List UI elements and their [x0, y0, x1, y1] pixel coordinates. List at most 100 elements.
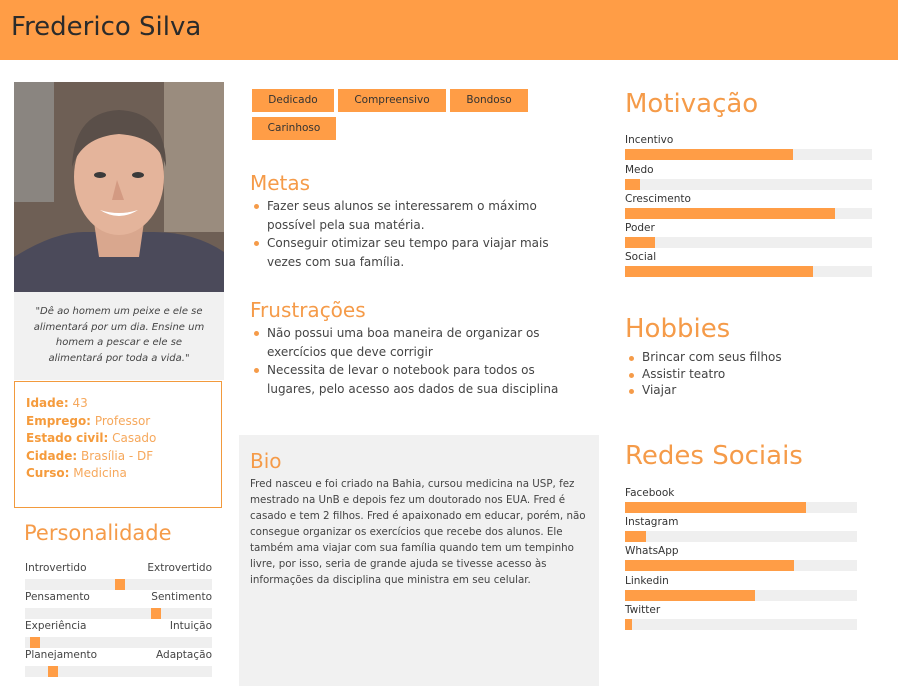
bar-fill — [625, 208, 835, 219]
info-value: Medicina — [73, 466, 127, 480]
bar-fill — [625, 560, 795, 571]
trait-right-label: Sentimento — [151, 591, 212, 603]
bar-fill — [625, 590, 755, 601]
goals-list: Fazer seus alunos se interessarem o máxi… — [251, 197, 586, 271]
motivation-bar: Incentivo — [625, 134, 872, 160]
list-item: Brincar com seus filhos — [626, 349, 876, 366]
bar-track — [625, 619, 857, 630]
bar-track — [625, 237, 872, 248]
info-value: Casado — [112, 431, 157, 445]
list-item: Conseguir otimizar seu tempo para viajar… — [251, 234, 586, 271]
trait-right-label: Intuição — [169, 620, 212, 632]
info-value: Brasília - DF — [80, 448, 154, 463]
quote-text: "Dê ao homem um peixe e ele se alimentar… — [33, 306, 205, 364]
list-item: Assistir teatro — [626, 366, 876, 383]
persona-name: Frederico Silva — [11, 12, 202, 42]
bar-label: WhatsApp — [625, 545, 679, 557]
bar-track — [625, 208, 872, 219]
bar-track — [625, 531, 857, 542]
trait-left-label: Planejamento — [25, 649, 98, 661]
motivation-bar: Social — [625, 251, 872, 277]
motivation-bar: Crescimento — [625, 193, 872, 219]
info-label: Emprego: — [26, 413, 91, 428]
trait-track — [25, 637, 212, 648]
hobbies-list: Brincar com seus filhos Assistir teatro … — [626, 349, 876, 399]
bar-fill — [625, 502, 806, 513]
bar-track — [625, 149, 872, 160]
personality-trait: Pensamento Sentimento — [25, 590, 212, 619]
bar-label: Facebook — [625, 487, 675, 499]
bar-label: Incentivo — [625, 134, 674, 146]
bar-label: Social — [625, 251, 657, 263]
hobbies-title: Hobbies — [625, 314, 731, 344]
info-label: Idade: — [26, 396, 69, 410]
social-bar: WhatsApp — [625, 545, 857, 571]
trait-marker — [48, 666, 58, 677]
personality-title: Personalidade — [24, 521, 172, 545]
goals-title: Metas — [250, 171, 311, 195]
bar-label: Poder — [625, 222, 655, 234]
social-bar: Instagram — [625, 516, 857, 542]
motivation-bar: Poder — [625, 222, 872, 248]
bar-fill — [625, 266, 813, 277]
list-item: Fazer seus alunos se interessarem o máxi… — [251, 197, 586, 234]
trait-right-label: Extrovertido — [147, 562, 212, 574]
trait-marker — [115, 579, 126, 590]
personality-trait: Experiência Intuição — [25, 619, 212, 648]
social-title: Redes Sociais — [625, 441, 803, 471]
bar-label: Crescimento — [625, 193, 691, 205]
personality-trait: Introvertido Extrovertido — [25, 561, 212, 590]
trait-left-label: Introvertido — [25, 562, 87, 574]
bar-label: Instagram — [625, 516, 679, 528]
bio-panel: Bio Fred nasceu e foi criado na Bahia, c… — [239, 435, 599, 686]
bar-fill — [625, 237, 655, 248]
info-age: Idade: 43 — [26, 395, 221, 413]
personality-trait: Planejamento Adaptação — [25, 648, 212, 677]
header-bar: Frederico Silva — [0, 0, 898, 60]
frustrations-list: Não possui uma boa maneira de organizar … — [251, 324, 586, 398]
tag-chip: Compreensivo — [338, 89, 446, 112]
trait-left-label: Experiência — [25, 620, 87, 632]
bar-fill — [625, 149, 793, 160]
trait-marker — [150, 608, 161, 619]
portrait-image — [14, 82, 224, 292]
list-item: Não possui uma boa maneira de organizar … — [251, 324, 586, 361]
social-bar: Facebook — [625, 487, 857, 513]
info-value: 43 — [72, 396, 88, 410]
tag-chip: Carinhoso — [252, 117, 336, 140]
motivation-title: Motivação — [625, 89, 759, 119]
info-value: Professor — [94, 413, 151, 428]
info-label: Cidade: — [26, 448, 78, 463]
bar-fill — [625, 531, 646, 542]
trait-marker — [30, 637, 41, 648]
bar-label: Medo — [625, 164, 654, 176]
bar-track — [625, 502, 857, 513]
trait-track — [25, 579, 212, 590]
bar-fill — [625, 619, 632, 630]
bio-text: Fred nasceu e foi criado na Bahia, curso… — [250, 478, 586, 586]
tag-chip: Dedicado — [252, 89, 334, 112]
bar-fill — [625, 179, 640, 190]
trait-left-label: Pensamento — [25, 591, 90, 603]
bar-label: Linkedin — [625, 575, 669, 587]
bar-label: Twitter — [625, 604, 661, 616]
bar-track — [625, 590, 857, 601]
tag-chip: Bondoso — [450, 89, 528, 112]
info-job: Emprego: Professor — [26, 413, 221, 431]
social-bar: Linkedin — [625, 575, 857, 601]
motivation-bar: Medo — [625, 164, 872, 190]
bar-track — [625, 179, 872, 190]
bar-track — [625, 266, 872, 277]
persona-photo — [14, 82, 224, 292]
info-label: Estado civil: — [26, 431, 109, 445]
list-item: Viajar — [626, 382, 876, 399]
list-item: Necessita de levar o notebook para todos… — [251, 361, 586, 398]
bar-track — [625, 560, 857, 571]
trait-track — [25, 608, 212, 619]
info-course: Curso: Medicina — [26, 465, 221, 483]
info-box: Idade: 43 Emprego: Professor Estado civi… — [14, 381, 222, 508]
social-bar: Twitter — [625, 604, 857, 630]
info-city: Cidade: Brasília - DF — [26, 448, 221, 466]
info-label: Curso: — [26, 466, 70, 480]
frustrations-title: Frustrações — [250, 298, 366, 322]
